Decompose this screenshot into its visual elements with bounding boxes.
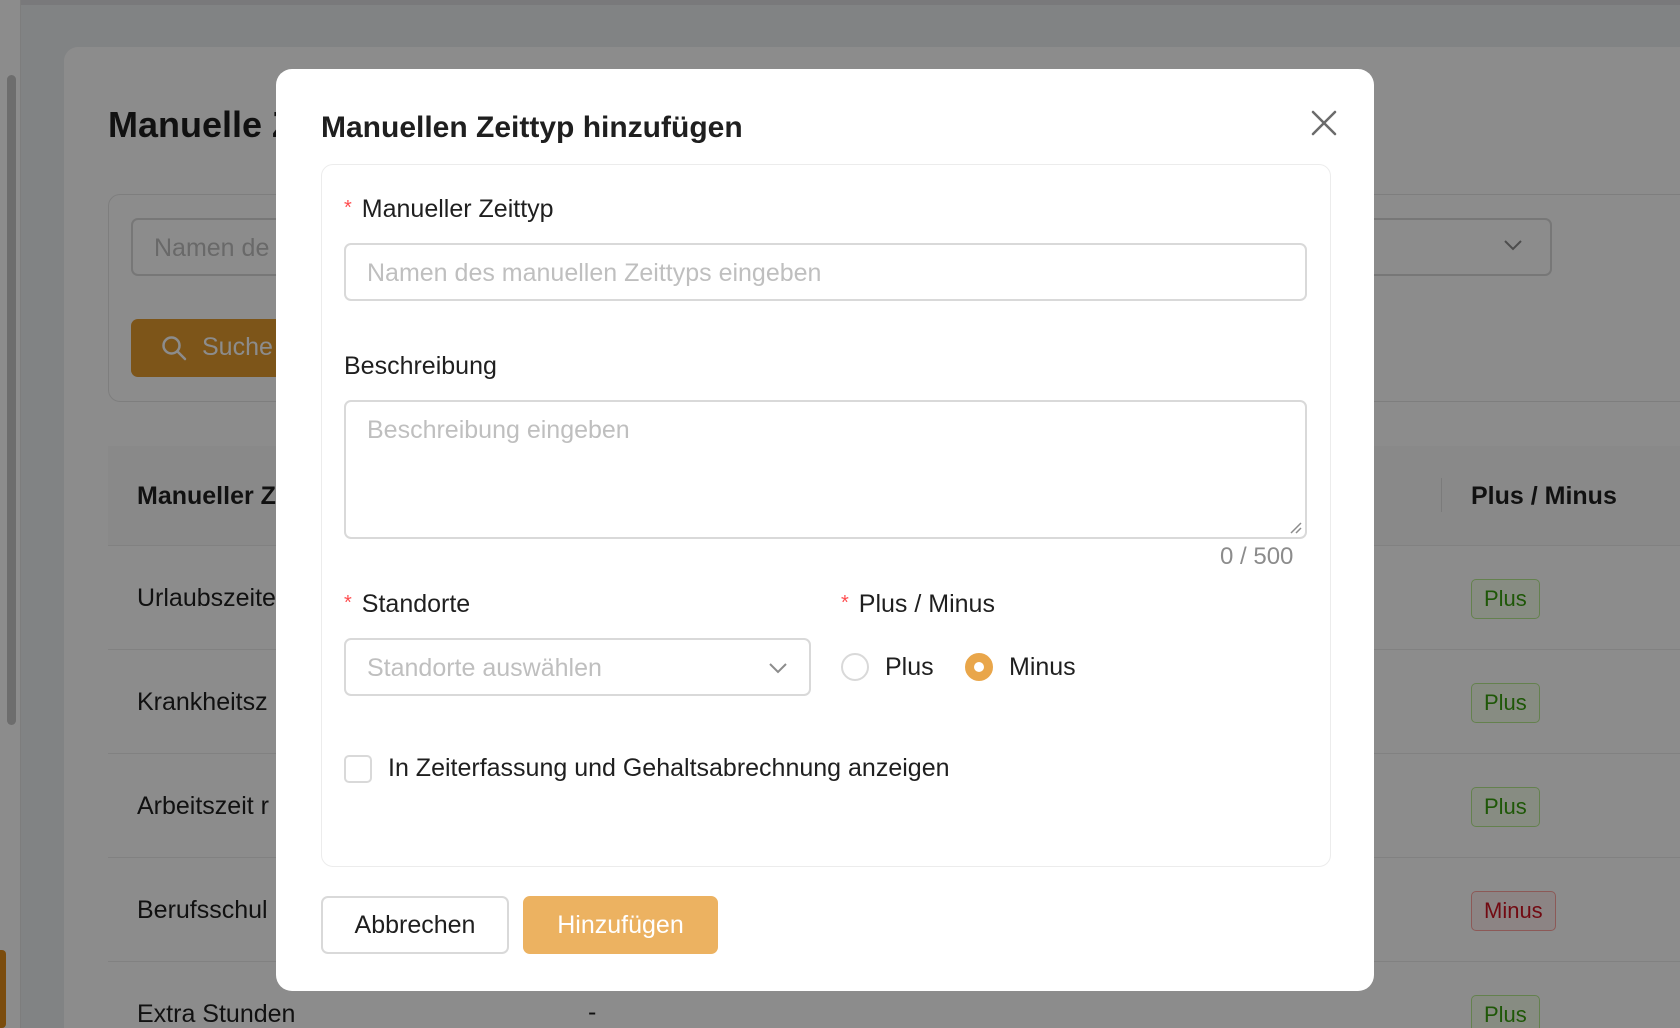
- radio-minus-label[interactable]: Minus: [1009, 653, 1076, 682]
- time-type-label: * Manueller Zeittyp: [344, 195, 554, 224]
- time-type-input[interactable]: Namen des manuellen Zeittyps eingeben: [344, 243, 1307, 301]
- chevron-down-icon: [769, 663, 787, 674]
- resize-handle-icon[interactable]: [1288, 520, 1302, 534]
- show-in-payroll-checkbox[interactable]: [344, 755, 372, 783]
- description-textarea[interactable]: Beschreibung eingeben: [344, 400, 1307, 539]
- show-in-payroll-label[interactable]: In Zeiterfassung und Gehaltsabrechnung a…: [388, 754, 950, 783]
- required-marker: *: [344, 197, 352, 219]
- radio-plus[interactable]: [841, 653, 869, 681]
- description-placeholder: Beschreibung eingeben: [367, 416, 630, 444]
- time-type-placeholder: Namen des manuellen Zeittyps eingeben: [367, 259, 822, 287]
- description-label: Beschreibung: [344, 352, 497, 380]
- close-button[interactable]: [1306, 105, 1342, 141]
- add-time-type-dialog: Manuellen Zeittyp hinzufügen * Manueller …: [276, 69, 1374, 991]
- plus-minus-label-text: Plus / Minus: [858, 590, 995, 618]
- required-marker: *: [841, 592, 849, 614]
- locations-label: * Standorte: [344, 590, 470, 619]
- close-icon: [1311, 110, 1337, 136]
- required-marker: *: [344, 592, 352, 614]
- locations-label-text: Standorte: [361, 590, 471, 618]
- form-panel: * Manueller Zeittyp Namen des manuellen Z…: [321, 164, 1331, 867]
- plus-minus-label: * Plus / Minus: [841, 590, 995, 619]
- character-counter: 0 / 500: [1220, 543, 1294, 570]
- add-button[interactable]: Hinzufügen: [523, 896, 718, 954]
- dialog-title: Manuellen Zeittyp hinzufügen: [321, 111, 743, 144]
- locations-select[interactable]: Standorte auswählen: [344, 638, 811, 696]
- radio-minus[interactable]: [965, 653, 993, 681]
- cancel-button[interactable]: Abbrechen: [321, 896, 509, 954]
- time-type-label-text: Manueller Zeittyp: [361, 195, 554, 223]
- locations-placeholder: Standorte auswählen: [367, 654, 602, 682]
- radio-plus-label[interactable]: Plus: [885, 653, 934, 682]
